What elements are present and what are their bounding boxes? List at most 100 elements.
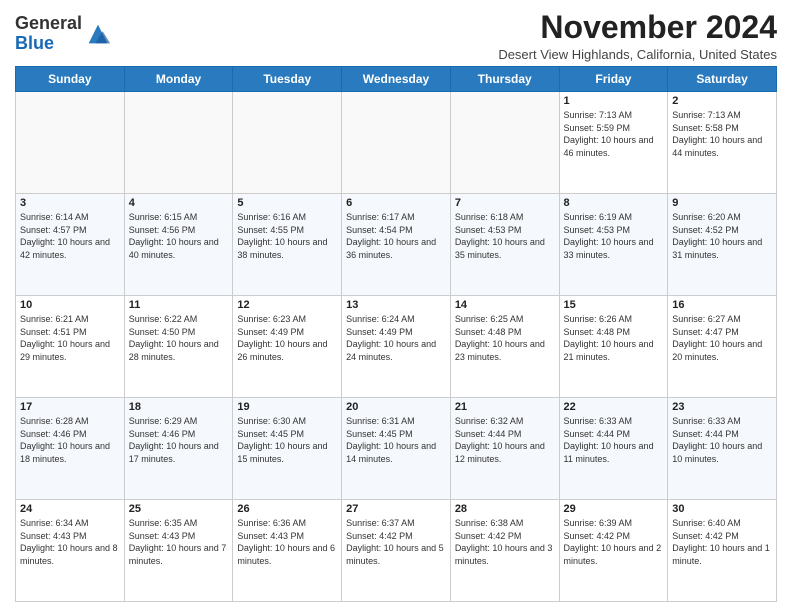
day-info: Sunrise: 6:34 AM Sunset: 4:43 PM Dayligh… xyxy=(20,517,120,567)
day-cell: 2 Sunrise: 7:13 AM Sunset: 5:58 PM Daylig… xyxy=(668,92,777,194)
day-info: Sunrise: 6:30 AM Sunset: 4:45 PM Dayligh… xyxy=(237,415,337,465)
day-number: 2 xyxy=(672,95,772,107)
subtitle: Desert View Highlands, California, Unite… xyxy=(498,47,777,62)
day-cell: 12 Sunrise: 6:23 AM Sunset: 4:49 PM Dayli… xyxy=(233,296,342,398)
week-row-4: 17 Sunrise: 6:28 AM Sunset: 4:46 PM Dayli… xyxy=(16,398,777,500)
day-number: 27 xyxy=(346,503,446,515)
day-cell: 30Sunrise: 6:40 AM Sunset: 4:42 PM Dayli… xyxy=(668,500,777,602)
day-info: Sunrise: 6:32 AM Sunset: 4:44 PM Dayligh… xyxy=(455,415,555,465)
day-cell xyxy=(16,92,125,194)
day-cell: 9Sunrise: 6:20 AM Sunset: 4:52 PM Daylig… xyxy=(668,194,777,296)
day-number: 17 xyxy=(20,401,120,413)
day-cell: 25 Sunrise: 6:35 AM Sunset: 4:43 PM Dayli… xyxy=(124,500,233,602)
col-sunday: Sunday xyxy=(16,67,125,92)
day-number: 24 xyxy=(20,503,120,515)
day-number: 3 xyxy=(20,197,120,209)
day-info: Sunrise: 6:20 AM Sunset: 4:52 PM Dayligh… xyxy=(672,211,772,261)
day-number: 4 xyxy=(129,197,229,209)
day-info: Sunrise: 6:28 AM Sunset: 4:46 PM Dayligh… xyxy=(20,415,120,465)
day-info: Sunrise: 6:15 AM Sunset: 4:56 PM Dayligh… xyxy=(129,211,229,261)
day-info: Sunrise: 6:26 AM Sunset: 4:48 PM Dayligh… xyxy=(564,313,664,363)
day-info: Sunrise: 6:33 AM Sunset: 4:44 PM Dayligh… xyxy=(672,415,772,465)
day-cell: 27 Sunrise: 6:37 AM Sunset: 4:42 PM Dayli… xyxy=(342,500,451,602)
day-info: Sunrise: 6:21 AM Sunset: 4:51 PM Dayligh… xyxy=(20,313,120,363)
day-info: Sunrise: 6:23 AM Sunset: 4:49 PM Dayligh… xyxy=(237,313,337,363)
day-info: Sunrise: 6:37 AM Sunset: 4:42 PM Dayligh… xyxy=(346,517,446,567)
day-number: 5 xyxy=(237,197,337,209)
col-thursday: Thursday xyxy=(450,67,559,92)
day-info: Sunrise: 6:24 AM Sunset: 4:49 PM Dayligh… xyxy=(346,313,446,363)
day-info: Sunrise: 6:35 AM Sunset: 4:43 PM Dayligh… xyxy=(129,517,229,567)
header: General Blue November 2024 Desert View H… xyxy=(15,10,777,62)
day-number: 19 xyxy=(237,401,337,413)
day-info: Sunrise: 6:27 AM Sunset: 4:47 PM Dayligh… xyxy=(672,313,772,363)
day-number: 23 xyxy=(672,401,772,413)
day-info: Sunrise: 6:38 AM Sunset: 4:42 PM Dayligh… xyxy=(455,517,555,567)
calendar-table: Sunday Monday Tuesday Wednesday Thursday… xyxy=(15,66,777,602)
day-number: 6 xyxy=(346,197,446,209)
day-number: 28 xyxy=(455,503,555,515)
day-cell: 1Sunrise: 7:13 AM Sunset: 5:59 PM Daylig… xyxy=(559,92,668,194)
day-number: 29 xyxy=(564,503,664,515)
day-cell: 23 Sunrise: 6:33 AM Sunset: 4:44 PM Dayli… xyxy=(668,398,777,500)
day-info: Sunrise: 6:14 AM Sunset: 4:57 PM Dayligh… xyxy=(20,211,120,261)
day-cell: 7 Sunrise: 6:18 AM Sunset: 4:53 PM Daylig… xyxy=(450,194,559,296)
day-cell xyxy=(342,92,451,194)
day-cell: 3 Sunrise: 6:14 AM Sunset: 4:57 PM Daylig… xyxy=(16,194,125,296)
week-row-3: 10 Sunrise: 6:21 AM Sunset: 4:51 PM Dayli… xyxy=(16,296,777,398)
day-cell xyxy=(450,92,559,194)
col-friday: Friday xyxy=(559,67,668,92)
page: General Blue November 2024 Desert View H… xyxy=(0,0,792,612)
day-number: 7 xyxy=(455,197,555,209)
day-info: Sunrise: 6:39 AM Sunset: 4:42 PM Dayligh… xyxy=(564,517,664,567)
day-cell xyxy=(233,92,342,194)
day-cell xyxy=(124,92,233,194)
day-cell: 8Sunrise: 6:19 AM Sunset: 4:53 PM Daylig… xyxy=(559,194,668,296)
day-info: Sunrise: 7:13 AM Sunset: 5:58 PM Dayligh… xyxy=(672,109,772,159)
day-number: 15 xyxy=(564,299,664,311)
day-number: 21 xyxy=(455,401,555,413)
day-cell: 26Sunrise: 6:36 AM Sunset: 4:43 PM Dayli… xyxy=(233,500,342,602)
main-title: November 2024 xyxy=(498,10,777,45)
day-info: Sunrise: 6:17 AM Sunset: 4:54 PM Dayligh… xyxy=(346,211,446,261)
col-tuesday: Tuesday xyxy=(233,67,342,92)
day-cell: 5 Sunrise: 6:16 AM Sunset: 4:55 PM Daylig… xyxy=(233,194,342,296)
day-number: 10 xyxy=(20,299,120,311)
logo-icon xyxy=(84,20,112,48)
day-number: 30 xyxy=(672,503,772,515)
day-number: 12 xyxy=(237,299,337,311)
day-number: 11 xyxy=(129,299,229,311)
day-number: 25 xyxy=(129,503,229,515)
day-info: Sunrise: 6:18 AM Sunset: 4:53 PM Dayligh… xyxy=(455,211,555,261)
day-info: Sunrise: 6:19 AM Sunset: 4:53 PM Dayligh… xyxy=(564,211,664,261)
day-number: 18 xyxy=(129,401,229,413)
day-number: 16 xyxy=(672,299,772,311)
col-saturday: Saturday xyxy=(668,67,777,92)
title-block: November 2024 Desert View Highlands, Cal… xyxy=(498,10,777,62)
day-info: Sunrise: 6:25 AM Sunset: 4:48 PM Dayligh… xyxy=(455,313,555,363)
day-cell: 24 Sunrise: 6:34 AM Sunset: 4:43 PM Dayli… xyxy=(16,500,125,602)
day-cell: 4 Sunrise: 6:15 AM Sunset: 4:56 PM Daylig… xyxy=(124,194,233,296)
day-cell: 21 Sunrise: 6:32 AM Sunset: 4:44 PM Dayli… xyxy=(450,398,559,500)
logo-general: General xyxy=(15,13,82,33)
day-cell: 28 Sunrise: 6:38 AM Sunset: 4:42 PM Dayli… xyxy=(450,500,559,602)
week-row-1: 1Sunrise: 7:13 AM Sunset: 5:59 PM Daylig… xyxy=(16,92,777,194)
day-cell: 16 Sunrise: 6:27 AM Sunset: 4:47 PM Dayli… xyxy=(668,296,777,398)
day-cell: 11Sunrise: 6:22 AM Sunset: 4:50 PM Dayli… xyxy=(124,296,233,398)
day-cell: 15 Sunrise: 6:26 AM Sunset: 4:48 PM Dayli… xyxy=(559,296,668,398)
day-cell: 10 Sunrise: 6:21 AM Sunset: 4:51 PM Dayli… xyxy=(16,296,125,398)
logo-text: General Blue xyxy=(15,14,82,54)
col-monday: Monday xyxy=(124,67,233,92)
day-cell: 13Sunrise: 6:24 AM Sunset: 4:49 PM Dayli… xyxy=(342,296,451,398)
day-cell: 29 Sunrise: 6:39 AM Sunset: 4:42 PM Dayli… xyxy=(559,500,668,602)
day-info: Sunrise: 6:29 AM Sunset: 4:46 PM Dayligh… xyxy=(129,415,229,465)
day-info: Sunrise: 6:33 AM Sunset: 4:44 PM Dayligh… xyxy=(564,415,664,465)
day-cell: 14Sunrise: 6:25 AM Sunset: 4:48 PM Dayli… xyxy=(450,296,559,398)
day-number: 22 xyxy=(564,401,664,413)
logo: General Blue xyxy=(15,14,112,54)
day-info: Sunrise: 7:13 AM Sunset: 5:59 PM Dayligh… xyxy=(564,109,664,159)
day-cell: 22 Sunrise: 6:33 AM Sunset: 4:44 PM Dayli… xyxy=(559,398,668,500)
day-cell: 18 Sunrise: 6:29 AM Sunset: 4:46 PM Dayli… xyxy=(124,398,233,500)
week-row-5: 24 Sunrise: 6:34 AM Sunset: 4:43 PM Dayli… xyxy=(16,500,777,602)
day-info: Sunrise: 6:16 AM Sunset: 4:55 PM Dayligh… xyxy=(237,211,337,261)
